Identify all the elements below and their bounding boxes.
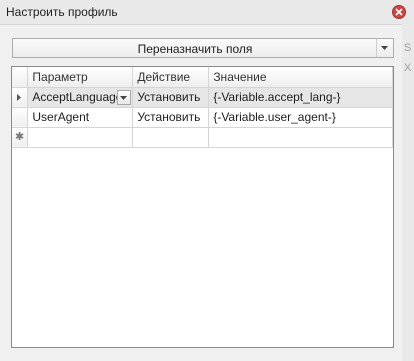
column-header-value[interactable]: Значение (208, 67, 393, 88)
current-row-arrow-icon (17, 93, 21, 101)
param-cell[interactable]: AcceptLanguage (27, 87, 134, 108)
close-icon (395, 8, 403, 16)
param-dropdown-button[interactable] (117, 89, 132, 105)
column-header-action[interactable]: Действие (132, 67, 210, 88)
background-text-fragment: X (404, 62, 412, 74)
new-param-cell[interactable] (27, 127, 134, 148)
row-selector[interactable] (12, 87, 29, 108)
row-header-corner (12, 67, 29, 88)
value-cell[interactable]: {-Variable.user_agent-} (208, 107, 393, 128)
background-text-fragment: S (404, 42, 412, 54)
chevron-down-icon (120, 95, 128, 100)
value-cell[interactable]: {-Variable.accept_lang-} (208, 87, 393, 108)
row-selector[interactable] (12, 107, 29, 128)
new-row-asterisk-icon: ✱ (15, 130, 25, 143)
column-header-param[interactable]: Параметр (27, 67, 134, 88)
action-cell[interactable]: Установить (132, 87, 210, 108)
parameters-grid: Параметр Действие Значение AcceptLanguag… (11, 66, 394, 348)
background-window-edge (402, 24, 414, 361)
row-selector[interactable]: ✱ (12, 127, 29, 148)
remap-fields-label: Переназначить поля (137, 42, 253, 56)
new-row[interactable]: ✱ (12, 127, 393, 148)
new-value-cell[interactable] (208, 127, 393, 148)
action-cell[interactable]: Установить (132, 107, 210, 128)
param-cell[interactable]: UserAgent (27, 107, 134, 128)
remap-fields-dropdown[interactable]: Переназначить поля (12, 38, 394, 58)
table-row[interactable]: AcceptLanguage Установить {-Variable.acc… (12, 87, 393, 108)
window-title: Настроить профиль (6, 5, 118, 19)
param-value: AcceptLanguage (32, 90, 123, 104)
chevron-down-icon (381, 46, 388, 50)
remap-dropdown-arrow[interactable] (376, 39, 393, 57)
close-button[interactable] (392, 5, 406, 19)
new-action-cell[interactable] (132, 127, 210, 148)
table-row[interactable]: UserAgent Установить {-Variable.user_age… (12, 107, 393, 128)
grid-header-row: Параметр Действие Значение (12, 67, 393, 88)
title-bar: Настроить профиль (0, 0, 414, 25)
